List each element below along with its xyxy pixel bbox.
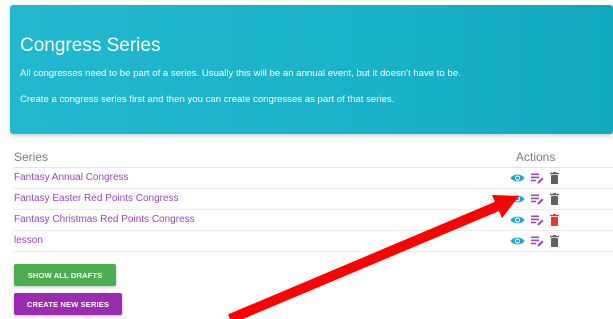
trash-icon[interactable] — [550, 214, 559, 226]
eye-icon[interactable] — [510, 173, 525, 183]
series-link[interactable]: lesson — [14, 235, 43, 246]
row-actions — [510, 192, 559, 206]
series-table: Series Actions Fantasy Annual Congress F… — [13, 150, 613, 252]
eye-icon[interactable] — [510, 215, 525, 225]
header-description-1: All congresses need to be part of a seri… — [20, 68, 461, 79]
row-actions — [510, 213, 559, 227]
table-row: Fantasy Annual Congress — [13, 168, 613, 189]
header-description-2: Create a congress series first and then … — [20, 94, 395, 105]
create-new-series-button[interactable]: CREATE NEW SERIES — [14, 293, 122, 315]
series-link[interactable]: Fantasy Christmas Red Points Congress — [14, 214, 195, 225]
trash-icon[interactable] — [550, 172, 559, 184]
page-title: Congress Series — [20, 35, 161, 56]
table-row: lesson — [13, 231, 613, 252]
table-header: Series Actions — [13, 150, 613, 168]
eye-icon[interactable] — [510, 236, 525, 246]
edit-icon[interactable] — [531, 215, 544, 226]
row-actions — [510, 234, 559, 248]
table-row: Fantasy Christmas Red Points Congress — [13, 210, 613, 231]
series-link[interactable]: Fantasy Annual Congress — [14, 172, 129, 183]
trash-icon[interactable] — [550, 235, 559, 247]
edit-icon[interactable] — [531, 194, 544, 205]
table-row: Fantasy Easter Red Points Congress — [13, 189, 613, 210]
column-header-actions: Actions — [516, 150, 556, 164]
show-all-drafts-button[interactable]: SHOW ALL DRAFTS — [14, 264, 116, 286]
edit-icon[interactable] — [531, 236, 544, 247]
page-header-card: Congress Series All congresses need to b… — [10, 5, 613, 134]
eye-icon[interactable] — [510, 194, 525, 204]
column-header-series: Series — [14, 150, 49, 164]
trash-icon[interactable] — [550, 193, 559, 205]
row-actions — [510, 171, 559, 185]
series-link[interactable]: Fantasy Easter Red Points Congress — [14, 193, 179, 204]
edit-icon[interactable] — [531, 173, 544, 184]
